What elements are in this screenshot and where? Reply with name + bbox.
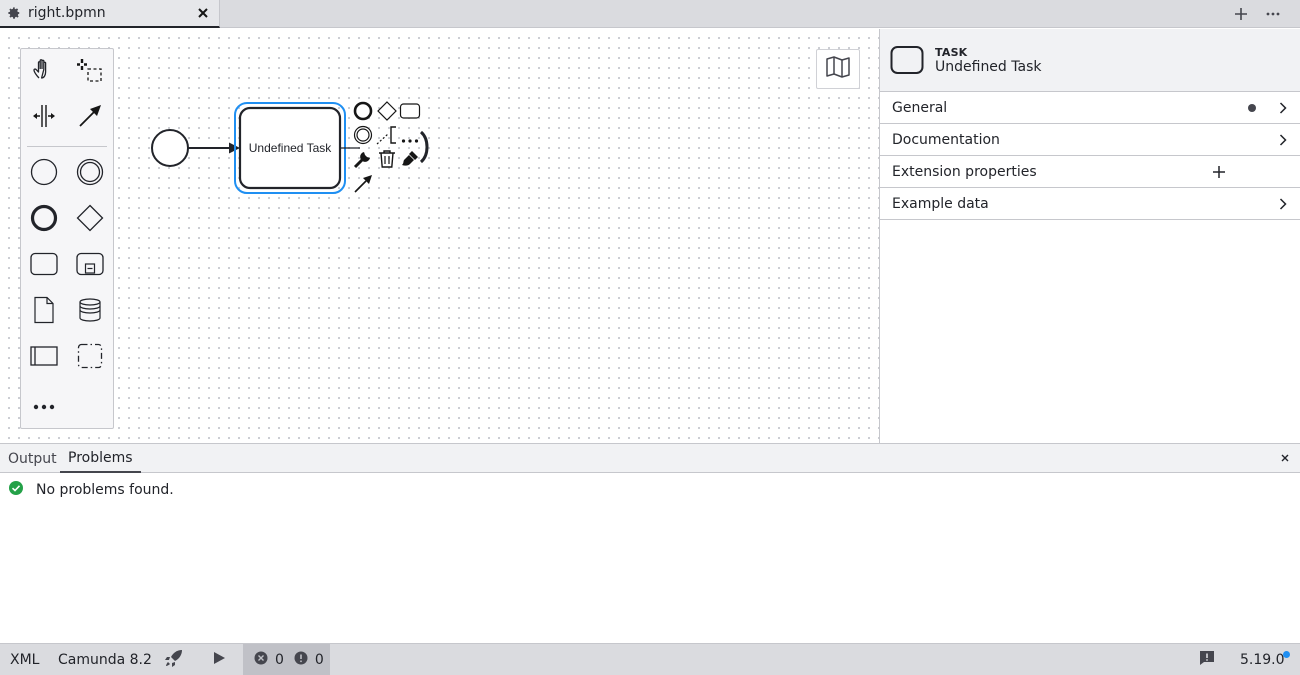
change-type[interactable]	[352, 150, 374, 172]
task-icon	[890, 45, 924, 79]
arrow-icon	[353, 173, 373, 197]
map-icon	[825, 55, 851, 83]
ellipsis-icon	[401, 128, 419, 147]
chevron-right-icon[interactable]	[1276, 132, 1290, 148]
append-end-event[interactable]	[352, 101, 374, 125]
task-undefined[interactable]	[238, 106, 342, 190]
tab-right-bpmn[interactable]: right.bpmn	[0, 0, 220, 28]
plus-icon[interactable]	[1231, 4, 1251, 24]
app-version[interactable]: 5.19.0	[1240, 644, 1285, 675]
play-icon	[212, 651, 226, 669]
wrench-icon	[353, 149, 373, 173]
intermediate-event-icon	[353, 125, 373, 149]
xml-toggle[interactable]: XML	[10, 644, 39, 675]
tab-bar: right.bpmn	[0, 0, 1300, 28]
error-count: 0	[275, 652, 284, 668]
group-label: General	[892, 99, 948, 116]
feedback-button[interactable]	[1199, 644, 1215, 675]
trash-icon	[378, 149, 396, 173]
warning-icon	[294, 651, 308, 669]
minimap-toggle[interactable]	[816, 49, 860, 89]
paintbrush-icon	[400, 149, 420, 173]
start-event[interactable]	[151, 129, 189, 167]
append-text-annotation[interactable]	[376, 126, 398, 148]
text-annotation-icon	[376, 124, 398, 150]
group-general[interactable]: General	[880, 92, 1300, 124]
group-extension-properties[interactable]: Extension properties	[880, 156, 1300, 188]
append-task[interactable]	[399, 102, 421, 124]
close-icon[interactable]	[1278, 451, 1292, 465]
group-label: Documentation	[892, 131, 1000, 148]
chevron-right-icon[interactable]	[1276, 100, 1290, 116]
rocket-icon	[164, 648, 184, 672]
task-icon	[399, 102, 421, 124]
update-available-dot	[1283, 651, 1290, 658]
chevron-right-icon[interactable]	[1276, 196, 1290, 212]
close-icon[interactable]	[195, 5, 211, 21]
check-circle-icon	[8, 480, 24, 500]
group-label: Extension properties	[892, 163, 1037, 180]
status-bar: XML Camunda 8.2 0 0 5.19.0	[0, 643, 1300, 675]
error-icon	[254, 651, 268, 669]
bpmn-diagram	[151, 102, 360, 194]
bottom-panel: Output Problems No problems found.	[0, 443, 1300, 643]
ellipsis-icon[interactable]	[1263, 4, 1283, 24]
problems-message-row: No problems found.	[8, 480, 174, 500]
tab-output[interactable]: Output	[0, 444, 65, 473]
run-button[interactable]	[212, 644, 226, 675]
engine-version[interactable]: Camunda 8.2	[58, 644, 152, 675]
gear-icon	[6, 5, 22, 21]
properties-panel: TASK Undefined Task General Documentatio…	[879, 29, 1300, 443]
data-marker-dot	[1248, 104, 1256, 112]
tab-problems[interactable]: Problems	[60, 444, 141, 473]
problems-message: No problems found.	[36, 482, 174, 498]
set-color[interactable]	[399, 150, 421, 172]
group-label: Example data	[892, 195, 989, 212]
deploy-button[interactable]	[164, 644, 184, 675]
connect[interactable]	[352, 174, 374, 196]
group-documentation[interactable]: Documentation	[880, 124, 1300, 156]
append-intermediate-event[interactable]	[352, 125, 374, 149]
plus-icon[interactable]	[1210, 163, 1228, 181]
app-window: right.bpmn Undefined Task TASK Undefined…	[0, 0, 1300, 675]
properties-header: TASK Undefined Task	[880, 29, 1300, 92]
bottom-tabs: Output Problems	[0, 444, 1300, 473]
delete[interactable]	[376, 150, 398, 172]
element-name: Undefined Task	[935, 59, 1042, 75]
gateway-icon	[377, 101, 397, 125]
end-event-icon	[353, 101, 373, 125]
group-example-data[interactable]: Example data	[880, 188, 1300, 220]
lint-status[interactable]: 0 0	[243, 644, 330, 675]
diagram-canvas[interactable]: Undefined Task	[0, 29, 879, 443]
append-gateway[interactable]	[376, 101, 398, 125]
tab-title: right.bpmn	[28, 5, 106, 21]
element-type: TASK	[935, 46, 968, 59]
warning-count: 0	[314, 652, 324, 668]
feedback-icon	[1199, 650, 1215, 670]
